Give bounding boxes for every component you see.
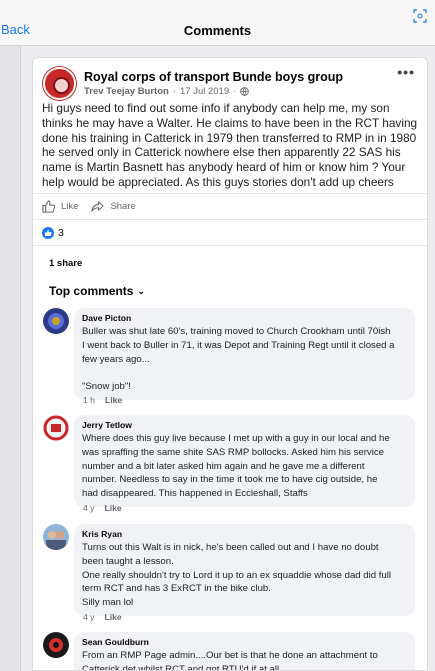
thumbs-up-icon	[42, 200, 56, 213]
reactions-summary[interactable]: 3	[42, 227, 64, 239]
comment-text-line: Turns out this Walt is in nick, he's bee…	[82, 542, 379, 553]
comment-text-line: "Snow job"!	[82, 381, 131, 393]
post-meta: Trev Teejay Burton · 17 Jul 2019 ·	[84, 86, 250, 97]
divider	[33, 193, 427, 194]
divider	[33, 219, 427, 220]
comment-bubble: Sean Gouldburn From an RMP Page admin...…	[74, 632, 415, 671]
meta-separator: ·	[233, 86, 237, 97]
commenter-name[interactable]: Sean Gouldburn	[82, 637, 407, 647]
comment-meta: 4 y Like	[83, 503, 122, 513]
divider	[33, 245, 427, 246]
share-icon	[91, 201, 105, 212]
meta-separator: ·	[172, 86, 176, 97]
commenter-name[interactable]: Dave Picton	[82, 313, 407, 323]
comment-text-line: Buller was shut late 60's, training move…	[82, 326, 391, 337]
comment-text-line: been taught a lesson.	[82, 555, 174, 567]
comment-like-button[interactable]: Like	[104, 503, 121, 513]
comment-text-line: Where does this guy live because I met u…	[82, 433, 390, 444]
top-bar: Back Comments	[0, 0, 435, 46]
post-text-line: name is Martin Basnett has anybody heard…	[42, 160, 406, 175]
post-text-line: thinks he may have a Walter. He claims t…	[42, 115, 418, 130]
comment-text-line: One really shouldn't try to Lord it up t…	[82, 569, 392, 581]
comment-text-line: I went back to Buller in 71, it was Depo…	[82, 339, 395, 351]
screenshot-scan-icon[interactable]	[413, 9, 427, 23]
comment-item: Dave Picton Buller was shut late 60's, t…	[43, 308, 415, 408]
background-panel	[0, 46, 21, 671]
comment-like-button[interactable]: Like	[104, 612, 121, 622]
post-actions: Like Share	[41, 199, 136, 214]
comment-text-line: Catterick det whilst RCT and got RTU'd i…	[82, 663, 282, 671]
comment-meta: 1 h Like	[83, 395, 122, 405]
commenter-avatar[interactable]	[43, 632, 69, 658]
globe-icon	[240, 87, 250, 96]
comment-item: Sean Gouldburn From an RMP Page admin...…	[43, 632, 415, 671]
like-label: Like	[61, 201, 79, 212]
comment-sort-dropdown[interactable]: Top comments ⌄	[49, 284, 145, 298]
share-count[interactable]: 1 share	[49, 258, 82, 269]
commenter-avatar[interactable]	[43, 524, 69, 550]
chevron-down-icon: ⌄	[137, 285, 145, 296]
comment-text-line: had disappeared. This happened in Eccles…	[82, 488, 308, 500]
comment-text-line: few years ago...	[82, 353, 150, 365]
like-reaction-icon	[42, 227, 54, 239]
comment-text-line: term RCT and has 3 ExRCT in the bike clu…	[82, 583, 271, 595]
post-text-line: he served only in Catterick nowhere else…	[42, 145, 401, 160]
comment-text-line: From an RMP Page admin....Our bet is tha…	[82, 650, 378, 661]
comment-meta: 4 y Like	[83, 612, 122, 622]
post-text-line: done his training in Catterick in 1979 t…	[42, 130, 417, 145]
post-text-line: Hi guys need to find out some info if an…	[42, 101, 390, 115]
group-avatar[interactable]	[43, 67, 76, 100]
share-button[interactable]: Share	[90, 199, 136, 214]
post-author[interactable]: Trev Teejay Burton	[84, 86, 169, 97]
comment-like-button[interactable]: Like	[105, 395, 122, 405]
commenter-avatar[interactable]	[43, 415, 69, 441]
post-card: Royal corps of transport Bunde boys grou…	[32, 57, 428, 671]
comment-text-line: number and a bit later asked him again a…	[82, 460, 365, 472]
commenter-name[interactable]: Jerry Tetlow	[82, 420, 407, 430]
comment-item: Jerry Tetlow Where does this guy live be…	[43, 415, 415, 515]
comment-time[interactable]: 4 y	[83, 503, 94, 513]
post-date[interactable]: 17 Jul 2019	[180, 86, 229, 97]
comment-text-line	[82, 366, 407, 380]
reaction-count: 3	[58, 227, 64, 239]
share-label: Share	[110, 201, 136, 212]
comment-time[interactable]: 4 y	[83, 612, 94, 622]
comment-sort-label: Top comments	[49, 284, 134, 298]
comment-bubble: Jerry Tetlow Where does this guy live be…	[74, 415, 415, 507]
post-text: Hi guys need to find out some info if an…	[42, 101, 424, 190]
comment-time[interactable]: 1 h	[83, 395, 95, 405]
comment-text-line: number. Needless to say in the time it t…	[82, 474, 378, 486]
comment-text-line: was spraffing the same shite SAS RMP bol…	[82, 446, 384, 458]
group-name[interactable]: Royal corps of transport Bunde boys grou…	[84, 70, 343, 84]
comment-bubble: Dave Picton Buller was shut late 60's, t…	[74, 308, 415, 400]
more-options-icon[interactable]: •••	[397, 64, 415, 80]
comment-text-line: Silly man lol	[82, 597, 134, 609]
page-title: Comments	[183, 23, 252, 38]
commenter-avatar[interactable]	[43, 308, 69, 334]
like-button[interactable]: Like	[41, 199, 78, 214]
commenter-name[interactable]: Kris Ryan	[82, 529, 407, 539]
comment-item: Kris Ryan Turns out this Walt is in nick…	[43, 524, 415, 624]
comment-bubble: Kris Ryan Turns out this Walt is in nick…	[74, 524, 415, 616]
post-text-line: help would be appreciated. As this guys …	[42, 174, 394, 189]
